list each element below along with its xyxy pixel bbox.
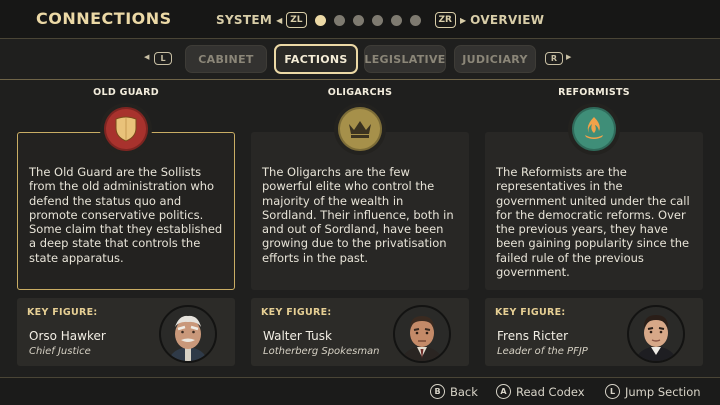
faction-name-oligarchs: OLIGARCHS [327, 87, 393, 98]
faction-description: The Reformists are the representatives i… [496, 165, 690, 280]
tab-judiciary[interactable]: JUDICIARY [454, 45, 536, 73]
key-figure-card-reformists[interactable]: KEY FIGURE: Frens Ricter Leader of the P… [485, 298, 703, 366]
faction-emblem-old-guard [100, 103, 152, 155]
flame-icon [585, 117, 603, 139]
triangle-right-icon: ▶ [460, 15, 467, 25]
emblem-disc [572, 107, 616, 151]
page-dot [409, 14, 421, 26]
zl-button-icon[interactable]: ZL [286, 12, 307, 28]
zr-button-icon[interactable]: ZR [434, 12, 456, 28]
footer-bar: B Back A Read Codex L Jump Section [0, 378, 720, 405]
faction-emblem-reformists [568, 103, 620, 155]
page-dot [371, 14, 383, 26]
key-figure-card-old-guard[interactable]: KEY FIGURE: Orso Hawker Chief Justice [17, 298, 235, 366]
key-figure-card-oligarchs[interactable]: KEY FIGURE: Walter Tusk Lotherberg Spoke… [251, 298, 469, 366]
page-dot [390, 14, 402, 26]
triangle-right-icon: ▶ [566, 53, 572, 61]
key-figure-role: Lotherberg Spokesman [263, 346, 380, 357]
faction-card-old-guard[interactable]: The Old Guard are the Sollists from the … [17, 132, 235, 290]
jump-section-prompt[interactable]: L Jump Section [605, 384, 701, 399]
portrait-image [161, 307, 215, 361]
portrait-image [395, 307, 449, 361]
portrait-orso-hawker [159, 305, 217, 363]
portrait-walter-tusk [393, 305, 451, 363]
tab-bar: ◀ L CABINET FACTIONS LEGISLATIVE JUDICIA… [0, 44, 720, 74]
tab-divider [0, 79, 720, 80]
faction-emblem-oligarchs [334, 103, 386, 155]
back-label: Back [450, 384, 478, 399]
header-divider [0, 38, 720, 39]
prev-section-label[interactable]: SYSTEM [216, 13, 272, 27]
faction-card-oligarchs[interactable]: The Oligarchs are the few powerful elite… [251, 132, 469, 290]
key-figure-name: Frens Ricter [497, 329, 569, 343]
faction-name-old-guard: OLD GUARD [93, 87, 159, 98]
page-indicator [314, 14, 429, 26]
back-prompt[interactable]: B Back [430, 384, 478, 399]
key-figure-name: Walter Tusk [263, 329, 332, 343]
page-dot-active [314, 14, 326, 26]
page-dot [333, 14, 345, 26]
emblem-disc [104, 107, 148, 151]
faction-card-reformists[interactable]: The Reformists are the representatives i… [485, 132, 703, 290]
portrait-frens-ricter [627, 305, 685, 363]
page-dot [352, 14, 364, 26]
faction-description: The Old Guard are the Sollists from the … [29, 165, 223, 265]
triangle-left-icon: ◀ [144, 53, 150, 61]
portrait-image [629, 307, 683, 361]
crown-icon [349, 121, 371, 138]
next-section-label[interactable]: OVERVIEW [470, 13, 544, 27]
faction-description: The Oligarchs are the few powerful elite… [262, 165, 454, 265]
tab-cabinet[interactable]: CABINET [185, 45, 267, 73]
left-stick-icon: L [605, 384, 620, 399]
read-codex-prompt[interactable]: A Read Codex [496, 384, 585, 399]
tab-legislative[interactable]: LEGISLATIVE [364, 45, 446, 73]
section-navigator: SYSTEM ◀ ZL ZR ▶ OVERVIEW [216, 10, 544, 30]
faction-name-reformists: REFORMISTS [558, 87, 630, 98]
tab-factions[interactable]: FACTIONS [274, 44, 358, 74]
triangle-left-icon: ◀ [276, 15, 283, 25]
jump-section-label: Jump Section [625, 384, 701, 399]
key-figure-label: KEY FIGURE: [27, 307, 98, 318]
top-bar: CONNECTIONS SYSTEM ◀ ZL ZR ▶ OVERVIEW [0, 0, 720, 38]
l-button-icon[interactable]: L [154, 52, 172, 65]
key-figure-role: Chief Justice [29, 346, 91, 357]
key-figure-label: KEY FIGURE: [495, 307, 566, 318]
key-figure-label: KEY FIGURE: [261, 307, 332, 318]
page-title: CONNECTIONS [36, 9, 172, 28]
key-figure-name: Orso Hawker [29, 329, 106, 343]
a-button-icon: A [496, 384, 511, 399]
emblem-disc [338, 107, 382, 151]
r-button-icon[interactable]: R [545, 52, 563, 65]
b-button-icon: B [430, 384, 445, 399]
key-figure-role: Leader of the PFJP [497, 346, 588, 357]
read-codex-label: Read Codex [516, 384, 585, 399]
shield-icon [115, 116, 137, 142]
